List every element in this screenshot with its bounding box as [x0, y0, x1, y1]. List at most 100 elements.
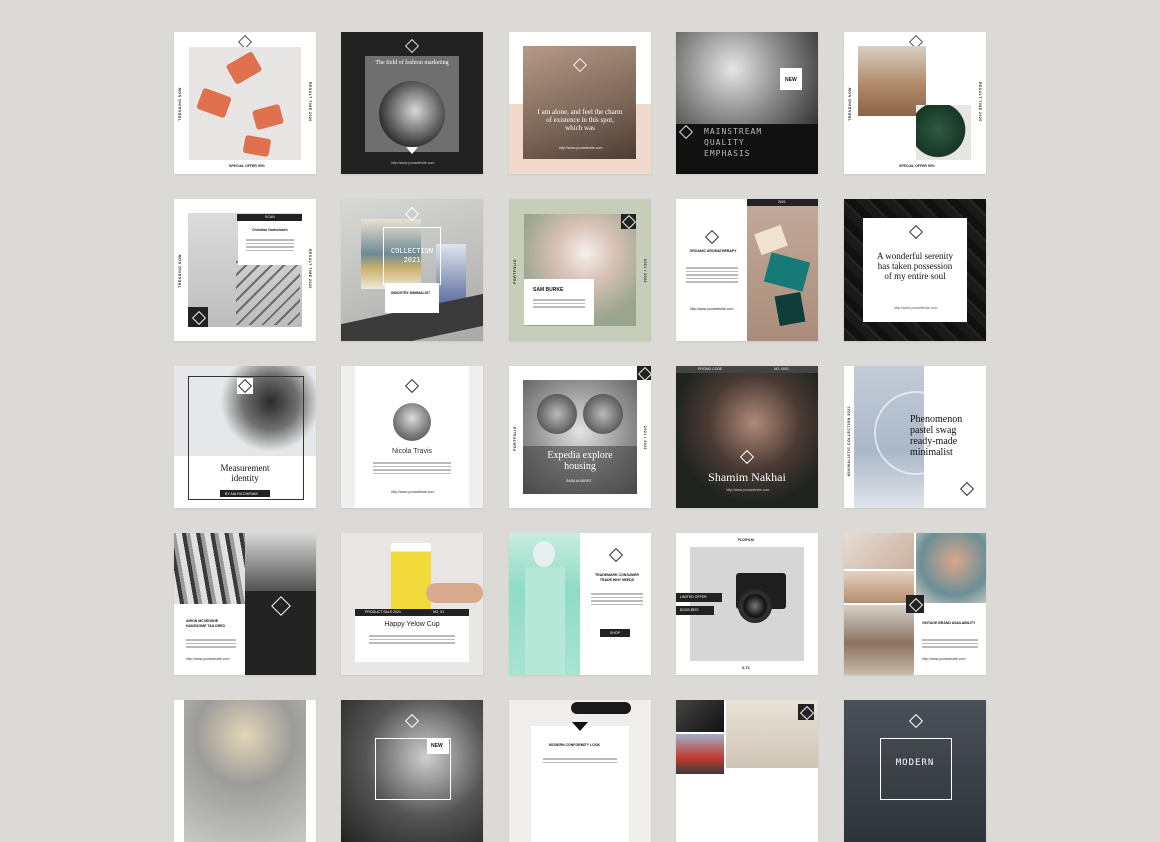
yellow-cup-photo [391, 543, 431, 613]
template-tile-25[interactable]: MODERN [844, 700, 986, 842]
new-badge-label: NEW [431, 743, 443, 749]
side-label-left: MINIMALISTIC COLLECTION 2021 [847, 406, 851, 477]
header-left: PROMO CODE [698, 367, 723, 371]
side-label-right: RESULT TIME 2020 [978, 82, 982, 122]
template-tile-3[interactable]: I am alone, and feel the charm of existe… [509, 32, 651, 174]
tile-title: ORGANIC AROMATHERAPY [689, 249, 737, 253]
sunglasses-icon [571, 702, 631, 714]
portrait-photo [676, 700, 724, 732]
fabric-photo [174, 533, 245, 604]
footer-label: X-T3 [742, 666, 750, 670]
body-text [591, 591, 643, 607]
template-tile-16[interactable]: AIRON MCVENSHE HANDSOME TAILORED http://… [174, 533, 316, 675]
body-text [373, 460, 451, 476]
template-tile-12[interactable]: Nicola Travis http://www.yourwebsite.com [341, 366, 483, 508]
down-arrow-icon [406, 147, 418, 154]
woman-face-photo [676, 366, 818, 508]
template-tile-13[interactable]: Expedia explore housing SASA ALVAREZ POR… [509, 366, 651, 508]
template-tile-20[interactable]: VINTAGE BRAND AVAILABILITY http://www.yo… [844, 533, 986, 675]
template-tile-5[interactable]: TRENDING NOW RESULT TIME 2020 SPECIAL OF… [844, 32, 986, 174]
footer-label: SASA ALVAREZ [566, 479, 592, 483]
bowl-photo [844, 571, 914, 603]
template-tile-22[interactable]: NEW [341, 700, 483, 842]
template-tile-24[interactable] [676, 700, 818, 842]
profile-name: Nicola Travis [391, 448, 433, 455]
template-tile-19[interactable]: FUJIFILM LIMITED OFFER $1000 $870 X-T3 [676, 533, 818, 675]
side-label-left: PORTFOLIO [513, 426, 517, 451]
side-label-right: 2021 / 2022 [643, 426, 647, 450]
brand-label: FUJIFILM [738, 538, 754, 542]
template-tile-18[interactable]: TRADEMARK CONSUMER TRADE WHY NEEDS SHOP [509, 533, 651, 675]
mint-outfit-photo [509, 533, 580, 675]
tile-title: Christian Gartenbach [252, 228, 288, 232]
tile-title: COLLECTION 2021 [390, 247, 434, 264]
template-tile-1[interactable]: TRENDING NOW RESULT TIME 2020 SPECIAL OF… [174, 32, 316, 174]
footer-label: SPECIAL OFFER 50% [229, 164, 265, 168]
body-text [246, 237, 294, 253]
tile-title: Measurement identity [220, 463, 270, 483]
url-label: http://www.yourwebsite.com [391, 490, 435, 494]
hand-photo [426, 583, 483, 603]
template-tile-8[interactable]: SAM BURKE PORTFOLIO 2021 / 2022 [509, 199, 651, 341]
body-text [533, 297, 585, 310]
tile-title: I am alone, and feel the charm of existe… [537, 108, 623, 132]
side-label-right: RESULT TIME 2020 [308, 82, 312, 122]
template-tile-9[interactable]: 2021 ORGANIC AROMATHERAPY http://www.you… [676, 199, 818, 341]
url-label: http://www.yourwebsite.com [690, 307, 734, 311]
template-tile-7[interactable]: COLLECTION 2021 INDUSTRY MINIMALIST [341, 199, 483, 341]
side-label-left: TRENDING NOW [178, 254, 182, 288]
side-label-left: TRENDING NOW [178, 87, 182, 121]
photo-panel [365, 56, 459, 152]
sale-bar-left: PRODUCT SALE 2021 [365, 610, 401, 614]
tile-title: Phenomenon pastel swag ready-made minima… [910, 414, 963, 458]
arrow-icon [572, 722, 588, 731]
body-text [922, 637, 978, 650]
template-tile-15[interactable]: Phenomenon pastel swag ready-made minima… [844, 366, 986, 508]
url-label: http://www.yourwebsite.com [559, 146, 603, 150]
tile-title: SAM BURKE [533, 287, 564, 293]
title-frame [880, 738, 952, 800]
chairs-photo [189, 47, 301, 160]
url-label: http://www.yourwebsite.com [186, 657, 230, 661]
side-label-left: TRENDING NOW [848, 87, 852, 121]
template-tile-2[interactable]: The field of fashion marketing http://ww… [341, 32, 483, 174]
body-text [686, 265, 738, 285]
footer-label: SPECIAL OFFER 50% [899, 164, 935, 168]
template-tile-23[interactable]: MODERN CONFORMITY LOOK [509, 700, 651, 842]
footer-label: BY AALIYA DHIRANI [225, 492, 258, 496]
logo-icon [608, 547, 624, 563]
new-badge-label: NEW [785, 77, 797, 83]
tab-label: SCAN [265, 215, 275, 219]
price-label: $1000 $870 [680, 608, 699, 612]
tag-label: 2021 [778, 200, 786, 204]
side-label-right: RESULT TIME 2020 [308, 249, 312, 289]
template-tile-10[interactable]: A wonderful serenity has taken possessio… [844, 199, 986, 341]
tile-title: Happy Yelow Cup [384, 621, 440, 628]
body-text [543, 756, 617, 765]
tile-title: MAINSTREAM QUALITY EMPHASIS [704, 127, 763, 158]
offer-label: LIMITED OFFER [680, 595, 707, 599]
tile-title: AIRON MCVENSHE HANDSOME TAILORED [186, 619, 226, 628]
body-text [369, 633, 455, 646]
template-tile-14[interactable]: PROMO CODE NO. 0001 Shamim Nakhai http:/… [676, 366, 818, 508]
template-tile-6[interactable]: SCAN Christian Gartenbach TRENDING NOW R… [174, 199, 316, 341]
hand-photo [844, 533, 914, 569]
template-tile-4[interactable]: NEW MAINSTREAM QUALITY EMPHASIS [676, 32, 818, 174]
template-tile-21[interactable] [174, 700, 316, 842]
tile-title: Shamim Nakhai [708, 470, 786, 484]
side-label-left: PORTFOLIO [513, 259, 517, 284]
url-label: http://www.yourwebsite.com [922, 657, 966, 661]
template-tile-11[interactable]: Measurement identity BY AALIYA DHIRANI [174, 366, 316, 508]
woman-blonde-photo [184, 700, 306, 842]
camera-lens [738, 589, 772, 623]
url-label: http://www.yourwebsite.com [894, 306, 938, 310]
template-tile-17[interactable]: PRODUCT SALE 2021 NO. 01 Happy Yelow Cup [341, 533, 483, 675]
beach-photo [844, 605, 914, 675]
lighthouse-photo [676, 734, 724, 774]
logo-icon [404, 38, 420, 54]
tile-title: TRADEMARK CONSUMER TRADE WHY NEEDS [595, 573, 639, 582]
url-label: http://www.yourwebsite.com [391, 161, 435, 165]
logo-icon [704, 229, 720, 245]
cosmetics-photo [747, 199, 818, 341]
woman-mirror-photo [916, 533, 986, 603]
